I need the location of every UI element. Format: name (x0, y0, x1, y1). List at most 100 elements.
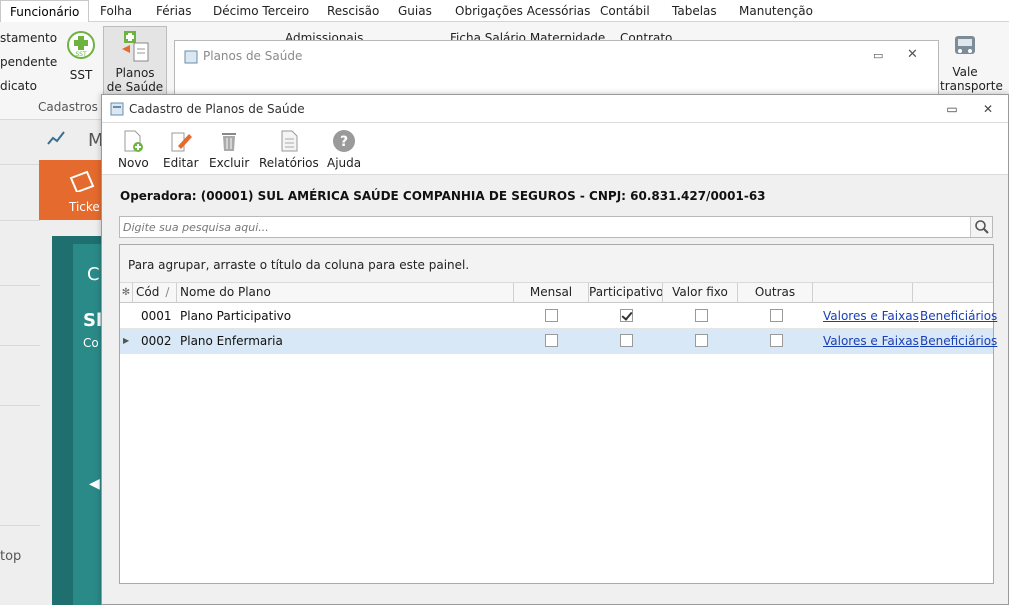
ribbon-tab-bar: Funcionário Folha Férias Décimo Terceiro… (0, 0, 1009, 22)
sst-icon: SST (67, 31, 95, 59)
col-outras[interactable]: Outras (738, 283, 813, 303)
search-box (119, 216, 993, 238)
novo-label: Novo (118, 156, 149, 170)
group-by-panel[interactable]: Para agrupar, arraste o título da coluna… (120, 245, 993, 283)
editar-label: Editar (163, 156, 199, 170)
cell-nome: Plano Enfermaria (180, 334, 283, 348)
outras-checkbox[interactable] (770, 334, 783, 347)
tab-contabil[interactable]: Contábil (600, 0, 650, 22)
tab-tabelas[interactable]: Tabelas (672, 0, 717, 22)
divider (0, 405, 40, 406)
tab-decimo-terceiro[interactable]: Décimo Terceiro (213, 0, 309, 22)
participativo-checkbox[interactable] (620, 334, 633, 347)
promo-letter: C (87, 264, 100, 285)
excluir-button[interactable]: Excluir (209, 129, 249, 170)
tab-guias[interactable]: Guias (398, 0, 432, 22)
relatorios-label: Relatórios (259, 156, 319, 170)
mensal-checkbox[interactable] (545, 309, 558, 322)
planos-label-2: de Saúde (106, 80, 164, 94)
new-document-icon (124, 130, 144, 152)
restore-icon[interactable]: ▭ (944, 101, 960, 117)
ribbon-side-item[interactable]: dicato (0, 79, 37, 93)
participativo-checkbox[interactable] (620, 309, 633, 322)
help-icon: ? (333, 130, 356, 152)
svg-text:?: ? (340, 134, 348, 150)
planos-grid: Para agrupar, arraste o título da coluna… (119, 244, 997, 584)
col-mensal[interactable]: Mensal (514, 283, 589, 303)
ribbon-side-item[interactable]: stamento (0, 31, 57, 45)
relatorios-button[interactable]: Relatórios (259, 129, 319, 170)
col-link2[interactable] (913, 283, 993, 303)
tab-rescisao[interactable]: Rescisão (327, 0, 379, 22)
divider (0, 345, 40, 346)
valores-faixas-link[interactable]: Valores e Faixas (823, 304, 919, 328)
table-row[interactable]: ▶ 0002 Plano Enfermaria Valores e Faixas… (120, 329, 997, 354)
close-icon[interactable]: ✕ (980, 101, 996, 117)
tab-ferias[interactable]: Férias (156, 0, 192, 22)
search-icon (975, 220, 989, 234)
row-indicator-header[interactable]: ✻ (120, 283, 133, 303)
prev-arrow-icon[interactable]: ◀ (89, 476, 100, 492)
table-row[interactable]: 0001 Plano Participativo Valores e Faixa… (120, 304, 997, 329)
edit-icon (171, 132, 192, 152)
divider (0, 525, 40, 526)
col-cod[interactable]: Cód ∕ (133, 283, 177, 303)
ribbon-side-item[interactable]: pendente (0, 55, 57, 69)
cell-nome: Plano Participativo (180, 309, 292, 323)
restore-icon[interactable]: ▭ (873, 49, 883, 62)
col-nome[interactable]: Nome do Plano (177, 283, 514, 303)
operadora-label: Operadora: (00001) SUL AMÉRICA SAÚDE COM… (120, 189, 766, 203)
vale-transporte-button[interactable]: Vale transporte (940, 34, 1003, 93)
svg-text:SST: SST (75, 51, 87, 58)
beneficiarios-link[interactable]: Beneficiários (920, 329, 997, 353)
row-pointer-icon: ▶ (123, 336, 130, 345)
col-link1[interactable] (813, 283, 913, 303)
divider (0, 285, 40, 286)
ajuda-label: Ajuda (327, 156, 362, 170)
chart-icon[interactable] (46, 128, 66, 148)
trash-icon (222, 133, 237, 151)
tab-funcionario[interactable]: Funcionário (0, 0, 90, 22)
ajuda-button[interactable]: ? Ajuda (327, 129, 361, 170)
cell-cod: 0002 (141, 334, 172, 348)
grid-header: ✻ Cód ∕ Nome do Plano Mensal Participativ… (120, 283, 993, 303)
dialog-toolbar: Novo Editar Excluir Relatórios ? Ajuda (102, 123, 1008, 175)
report-icon (281, 130, 298, 152)
novo-button[interactable]: Novo (118, 129, 149, 170)
promo-letter: Co (83, 336, 99, 350)
dialog-titlebar[interactable]: Cadastro de Planos de Saúde ▭ ✕ (102, 95, 1008, 123)
promo-letter: Sl (83, 310, 103, 331)
bus-icon (955, 36, 975, 54)
valores-faixas-link[interactable]: Valores e Faixas (823, 329, 919, 353)
divider (0, 164, 40, 165)
sst-label: SST (69, 68, 93, 82)
bg-window-title: Planos de Saúde (203, 49, 303, 63)
planos-de-saude-button[interactable]: Planos de Saúde (103, 26, 167, 96)
dialog-icon (110, 102, 124, 116)
tab-folha[interactable]: Folha (100, 0, 132, 22)
cadastro-planos-dialog: Cadastro de Planos de Saúde ▭ ✕ Novo Edi… (101, 94, 1009, 605)
ribbon-group-label: Cadastros (38, 100, 98, 114)
ticket-tile[interactable]: Ticke (39, 160, 101, 220)
group-hint: Para agrupar, arraste o título da coluna… (128, 258, 470, 272)
search-input[interactable] (120, 217, 970, 237)
tab-obrigacoes-acessorias[interactable]: Obrigações Acessórias (455, 0, 590, 22)
dialog-title: Cadastro de Planos de Saúde (129, 102, 305, 116)
window-icon (184, 50, 198, 64)
sst-button[interactable]: SST SST (62, 30, 100, 82)
editar-button[interactable]: Editar (163, 129, 199, 170)
tab-manutencao[interactable]: Manutenção (739, 0, 813, 22)
ticket-icon (69, 170, 95, 192)
search-button[interactable] (970, 217, 992, 237)
planos-label-1: Planos (115, 66, 155, 80)
valor-fixo-checkbox[interactable] (695, 309, 708, 322)
col-participativo[interactable]: Participativo (589, 283, 663, 303)
close-icon[interactable]: ✕ (907, 47, 918, 62)
beneficiarios-link[interactable]: Beneficiários (920, 304, 997, 328)
cell-cod: 0001 (141, 309, 172, 323)
valor-fixo-checkbox[interactable] (695, 334, 708, 347)
outras-checkbox[interactable] (770, 309, 783, 322)
col-valor-fixo[interactable]: Valor fixo (663, 283, 738, 303)
excluir-label: Excluir (209, 156, 250, 170)
mensal-checkbox[interactable] (545, 334, 558, 347)
